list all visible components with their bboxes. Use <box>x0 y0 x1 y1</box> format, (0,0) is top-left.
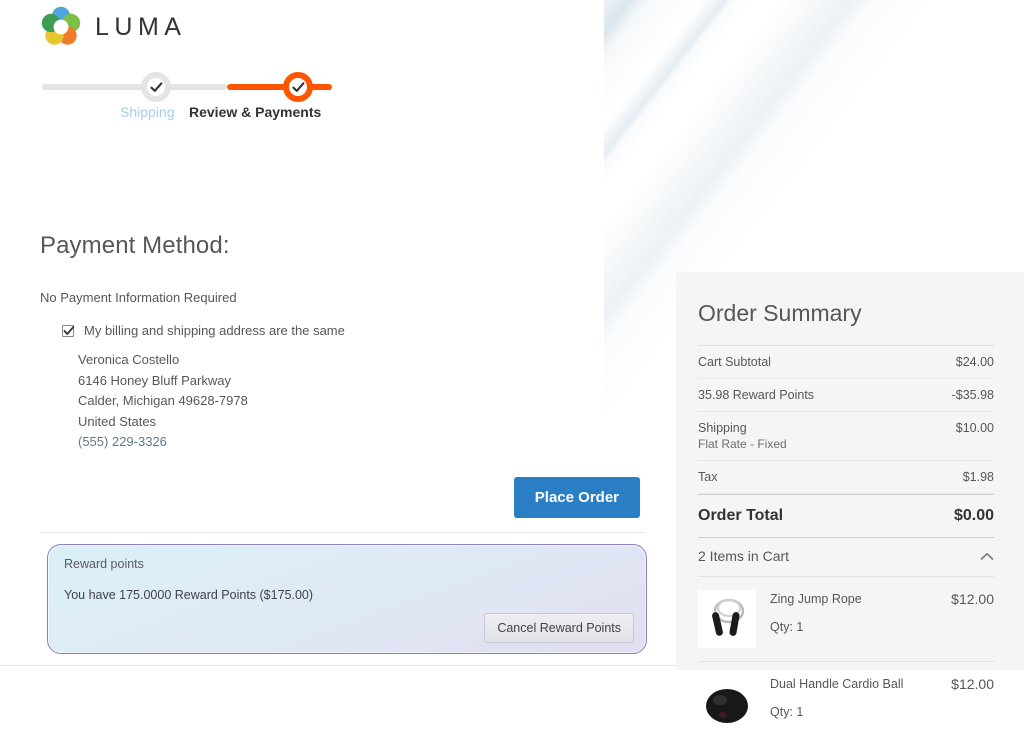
reward-points-title: Reward points <box>64 557 144 571</box>
logo[interactable]: LUMA <box>40 6 1024 48</box>
table-row: Tax $1.98 <box>698 461 994 494</box>
order-total-value: $0.00 <box>953 507 994 524</box>
section-divider-top <box>40 532 645 533</box>
list-item: Zing Jump Rope Qty: 1 $12.00 <box>698 576 994 661</box>
billing-same-checkbox-row[interactable]: My billing and shipping address are the … <box>62 323 650 338</box>
progress-line-active <box>227 84 332 90</box>
progress-step-label-review[interactable]: Review & Payments <box>189 104 321 120</box>
progress-step-review-node[interactable] <box>283 72 313 102</box>
order-totals-table: Cart Subtotal $24.00 35.98 Reward Points… <box>698 345 994 537</box>
luma-circles-logo-icon <box>40 6 82 48</box>
billing-same-label: My billing and shipping address are the … <box>84 323 345 338</box>
total-row-label: Cart Subtotal <box>698 355 771 369</box>
site-header: LUMA <box>0 0 1024 48</box>
reward-points-panel: Reward points You have 175.0000 Reward P… <box>47 544 647 654</box>
checkmark-icon <box>63 325 75 335</box>
total-row-label: Shipping <box>698 421 747 435</box>
items-in-cart-toggle[interactable]: 2 Items in Cart <box>698 537 994 576</box>
billing-address-block: Veronica Costello 6146 Honey Bluff Parkw… <box>78 350 650 453</box>
order-summary-panel: Order Summary Cart Subtotal $24.00 35.98… <box>676 272 1024 733</box>
item-qty: Qty: 1 <box>770 705 804 719</box>
page-title: Payment Method: <box>40 232 230 259</box>
billing-same-checkbox[interactable] <box>62 325 75 337</box>
address-name: Veronica Costello <box>78 352 180 367</box>
total-row-label: 35.98 Reward Points <box>698 388 815 402</box>
check-icon <box>149 81 162 92</box>
cancel-reward-points-button[interactable]: Cancel Reward Points <box>484 613 634 643</box>
shipping-method-label: Flat Rate - Fixed <box>698 437 787 451</box>
address-city-state-zip: Calder, Michigan 49628-7978 <box>78 393 248 408</box>
order-summary-title: Order Summary <box>698 300 862 326</box>
item-qty: Qty: 1 <box>770 620 804 634</box>
item-name[interactable]: Zing Jump Rope <box>770 592 862 606</box>
no-payment-required-note: No Payment Information Required <box>40 290 237 305</box>
table-row: Cart Subtotal $24.00 <box>698 346 994 379</box>
address-phone-link[interactable]: (555) 229-3326 <box>78 432 650 453</box>
place-order-button[interactable]: Place Order <box>513 476 640 518</box>
payment-method-section: Payment Method: No Payment Information R… <box>40 232 650 518</box>
item-price: $12.00 <box>951 676 994 692</box>
reward-points-message: You have 175.0000 Reward Points ($175.00… <box>64 588 314 602</box>
jump-rope-thumbnail-icon <box>698 590 756 648</box>
progress-step-shipping-node[interactable] <box>141 72 171 102</box>
list-item: Dual Handle Cardio Ball Qty: 1 $12.00 <box>698 661 994 746</box>
item-price: $12.00 <box>951 591 994 607</box>
progress-line-completed <box>42 84 227 90</box>
order-total-row: Order Total $0.00 <box>698 494 994 537</box>
total-row-value: -$35.98 <box>951 388 994 402</box>
order-total-label: Order Total <box>698 507 784 524</box>
address-street: 6146 Honey Bluff Parkway <box>78 372 231 388</box>
checkout-progress-bar: Shipping Review & Payments <box>42 68 332 120</box>
items-in-cart-label: 2 Items in Cart <box>698 548 790 564</box>
total-row-label: Tax <box>698 470 718 484</box>
table-row: 35.98 Reward Points -$35.98 <box>698 379 994 412</box>
total-row-value: $24.00 <box>955 355 994 369</box>
check-icon <box>291 81 304 92</box>
table-row: Shipping Flat Rate - Fixed $10.00 <box>698 412 994 461</box>
cardio-ball-thumbnail-icon <box>698 675 756 733</box>
total-row-value: $10.00 <box>955 421 994 435</box>
checkout-page: LUMA Shipping Review & Payments Payment … <box>0 0 1024 733</box>
address-country: United States <box>78 413 157 429</box>
brand-wordmark: LUMA <box>95 12 187 41</box>
total-row-value: $1.98 <box>962 470 994 484</box>
progress-step-label-shipping[interactable]: Shipping <box>120 104 175 120</box>
chevron-up-icon <box>980 552 994 560</box>
item-name[interactable]: Dual Handle Cardio Ball <box>770 677 903 691</box>
